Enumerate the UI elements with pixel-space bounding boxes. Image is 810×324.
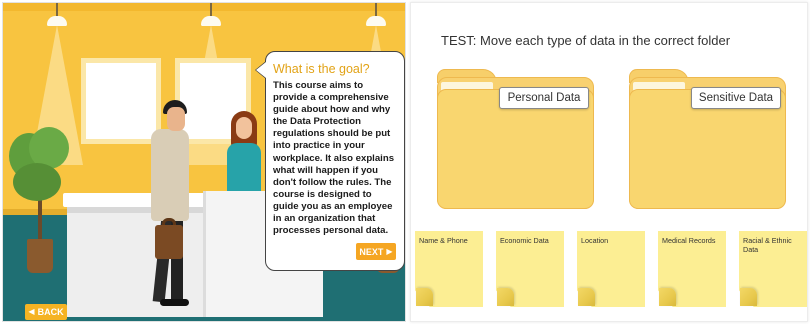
folder-label: Sensitive Data — [691, 87, 781, 109]
ceiling — [3, 3, 405, 11]
chevron-right-icon: ▶ — [386, 246, 393, 256]
test-instruction: TEST: Move each type of data in the corr… — [441, 33, 731, 48]
sticky-note-label: Racial & Ethnic Data — [743, 236, 792, 254]
folder-sensitive-data[interactable]: Sensitive Data — [629, 69, 786, 209]
sticky-note-medical-records[interactable]: Medical Records — [658, 231, 726, 307]
back-button[interactable]: ◀ BACK — [25, 304, 67, 320]
goal-speech-card: What is the goal? This course aims to pr… — [255, 51, 405, 271]
sticky-note-racial-ethnic-data[interactable]: Racial & Ethnic Data — [739, 231, 807, 307]
briefcase-icon — [155, 225, 183, 259]
goal-title: What is the goal? — [273, 62, 370, 76]
folder-label: Personal Data — [499, 87, 589, 109]
sticky-note-location[interactable]: Location — [577, 231, 645, 307]
sticky-note-label: Location — [581, 236, 609, 245]
next-label: NEXT — [359, 246, 384, 257]
sticky-note-label: Name & Phone — [419, 236, 468, 245]
next-button[interactable]: NEXT ▶ — [356, 243, 396, 260]
course-scene-panel: What is the goal? This course aims to pr… — [2, 2, 406, 322]
folder-personal-data[interactable]: Personal Data — [437, 69, 594, 209]
sticky-note-name-phone[interactable]: Name & Phone — [415, 231, 483, 307]
sticky-note-label: Economic Data — [500, 236, 549, 245]
sticky-note-label: Medical Records — [662, 236, 716, 245]
test-panel: TEST: Move each type of data in the corr… — [410, 2, 808, 322]
goal-description: This course aims to provide a comprehens… — [273, 80, 395, 237]
chevron-left-icon: ◀ — [28, 307, 35, 316]
office-window-left — [81, 58, 161, 144]
back-label: BACK — [37, 307, 64, 317]
sticky-note-economic-data[interactable]: Economic Data — [496, 231, 564, 307]
